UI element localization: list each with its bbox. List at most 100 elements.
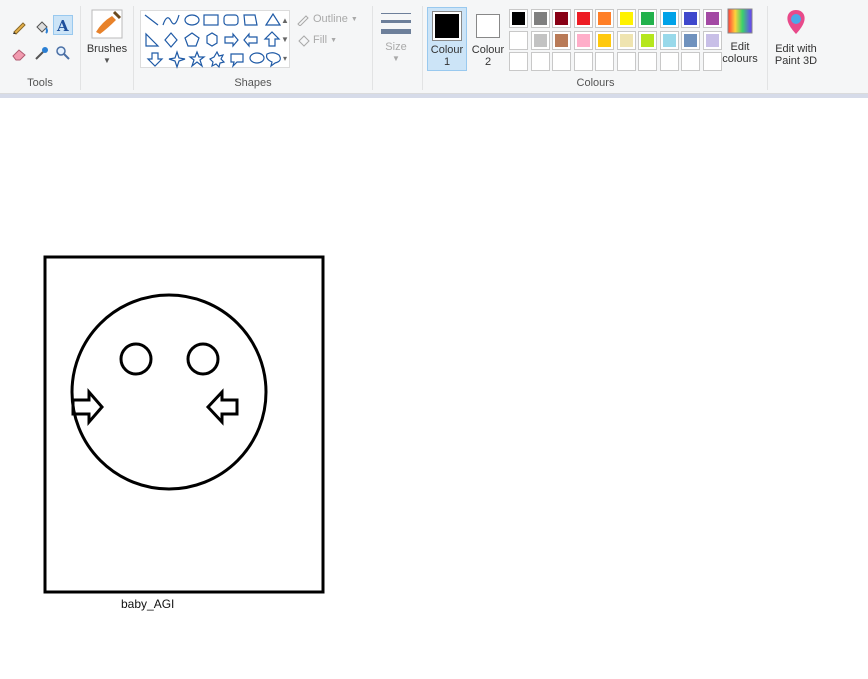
palette-swatch[interactable] [595,52,614,71]
drawing-canvas[interactable]: baby_AGI [0,98,868,679]
colour-picker-tool[interactable] [31,43,51,63]
palette-swatch-fill [684,55,697,68]
chevron-down-icon: ▼ [350,15,358,23]
palette-swatch[interactable] [659,30,679,50]
brushes-label: Brushes [86,43,128,55]
colours-group-label: Colours [576,77,615,89]
palette-swatch[interactable] [595,30,614,50]
palette-swatch-fill [619,55,633,68]
edit-colours-label-2: colours [722,53,758,65]
paint-bucket-icon [36,21,48,34]
palette-swatch[interactable] [552,30,571,50]
palette-swatch[interactable] [638,30,657,50]
palette-swatch[interactable] [509,30,528,50]
palette-swatch[interactable] [509,52,528,71]
palette-swatch[interactable] [509,9,528,28]
brushes-button[interactable]: Brushes ▼ [84,8,130,70]
palette-swatch[interactable] [552,9,571,28]
palette-swatch[interactable] [573,9,593,28]
palette-swatch[interactable] [595,9,614,28]
tools-group: A Tools [0,0,80,92]
colour2-number: 2 [484,56,492,68]
shapes-expand[interactable]: ▾ [280,50,290,66]
palette-swatch-fill [641,12,654,25]
palette-swatch-fill [662,12,676,25]
colour1-label: Colour [430,44,464,56]
palette-swatch[interactable] [681,9,700,28]
paint3d-label-2: Paint 3D [774,55,818,67]
frame-rectangle [43,255,325,594]
fill-button[interactable]: Fill ▼ [296,33,337,47]
edit-colours-button[interactable]: Edit colours [720,8,760,70]
palette-swatch-fill [555,55,568,68]
palette-swatch[interactable] [530,30,550,50]
palette-swatch[interactable] [616,30,636,50]
palette-swatch[interactable] [552,52,571,71]
colour1-button[interactable]: Colour 1 [427,7,467,71]
magnifier-tool[interactable] [53,43,73,63]
palette-swatch-fill [598,12,611,25]
palette-swatch-fill [555,33,568,47]
right-arrow-shape [71,387,104,427]
canvas-caption: baby_AGI [121,597,175,611]
outline-button[interactable]: Outline ▼ [296,12,358,26]
shapes-scroll-down[interactable]: ▼ [280,31,290,47]
palette-swatch[interactable] [616,52,636,71]
palette-swatch-fill [533,55,547,68]
text-icon: A [56,17,69,33]
palette-swatch-fill [576,12,590,25]
palette-swatch[interactable] [702,30,722,50]
ribbon: A Tools Brushes ▼ ▲ ▼ ▾ Outline ▼ Fill ▼… [0,0,868,94]
palette-swatch[interactable] [573,52,593,71]
palette-swatch-fill [512,55,525,68]
palette-swatch-fill [705,33,719,47]
colours-group: Colour 1 Colour 2 Edit colours Colours [423,0,768,92]
palette-swatch-fill [533,12,547,25]
face-circle [70,293,268,491]
palette-swatch[interactable] [616,9,636,28]
fill-tool[interactable] [31,17,51,37]
text-tool[interactable]: A [53,15,73,35]
palette-swatch[interactable] [681,30,700,50]
palette-swatch-fill [705,12,719,25]
palette-swatch[interactable] [573,30,593,50]
palette-swatch[interactable] [681,52,700,71]
palette-swatch[interactable] [702,9,722,28]
palette-swatch[interactable] [659,9,679,28]
palette-swatch-fill [684,12,697,25]
palette-swatch-fill [598,55,611,68]
colour2-button[interactable]: Colour 2 [468,8,508,70]
drawing-svg [43,255,325,594]
shapes-group-label: Shapes [234,77,272,89]
palette-swatch[interactable] [638,52,657,71]
edit-with-paint3d-button[interactable]: Edit with Paint 3D [770,8,822,70]
palette-swatch[interactable] [638,9,657,28]
shapes-scroll-up[interactable]: ▲ [280,12,290,28]
line-size-icon [381,13,411,34]
chevron-down-icon: ▼ [103,56,111,65]
fill-icon [298,35,310,47]
eraser-tool[interactable] [9,43,29,63]
tools-group-label: Tools [27,77,53,89]
palette-swatch-fill [598,33,611,47]
svg-text:A: A [56,17,69,33]
pencil-tool[interactable] [9,17,29,37]
palette-swatch-fill [641,33,654,47]
chevron-down-icon: ▼ [392,54,400,63]
palette-swatch[interactable] [659,52,679,71]
group-separator [372,6,373,90]
size-button[interactable]: Size ▼ [376,10,416,70]
eyedropper-icon [35,47,48,60]
colour2-fill [479,17,497,35]
palette-swatch-fill [512,12,525,25]
edit-colours-label-1: Edit [730,41,750,53]
palette-swatch-fill [576,55,590,68]
palette-swatch-fill [533,33,547,47]
palette-swatch-fill [662,55,676,68]
palette-swatch[interactable] [530,9,550,28]
palette-swatch-fill [641,55,654,68]
palette-swatch[interactable] [530,52,550,71]
palette-swatch[interactable] [702,52,722,71]
chevron-down-icon: ▼ [330,36,337,44]
left-eye-circle [119,342,153,376]
